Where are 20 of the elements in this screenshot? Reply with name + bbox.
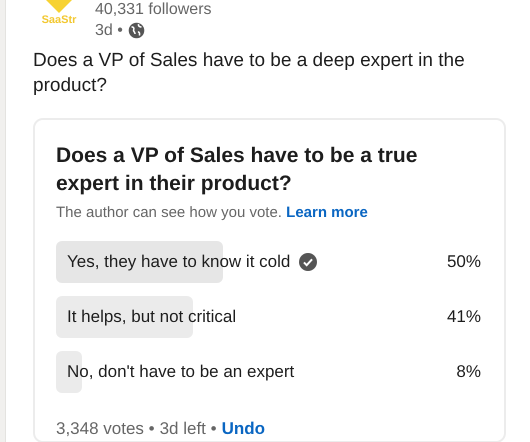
time-left: 3d left •: [160, 418, 217, 440]
poll-option[interactable]: No, don't have to be an expert 8%: [56, 350, 483, 392]
poll-notice: The author can see how you vote. Learn more: [56, 203, 369, 223]
undo-link[interactable]: Undo: [222, 416, 266, 441]
globe-icon: [128, 22, 145, 39]
option-percent: 8%: [456, 360, 482, 383]
poll-option[interactable]: Yes, they have to know it cold 50%: [56, 240, 483, 282]
post-text: Does a VP of Sales have to be a deep expert in the product?: [33, 49, 466, 98]
option-percent: 50%: [446, 250, 482, 273]
option-percent: 41%: [446, 306, 482, 328]
company-logo: SaaStr: [39, 0, 79, 41]
poll-question: Does a VP of Sales have to be a true expert in their product?: [56, 143, 418, 197]
option-label: Yes, they have to know it cold: [66, 250, 290, 273]
option-label: It helps, but not critical: [66, 306, 236, 328]
follower-count: 40,331 followers: [95, 0, 212, 20]
learn-more-link[interactable]: Learn more: [286, 204, 368, 221]
vote-count: 3,348 votes •: [56, 418, 155, 440]
option-label: No, don't have to be an expert: [66, 360, 294, 383]
poll-option[interactable]: It helps, but not critical 41%: [56, 296, 483, 338]
post-age: 3d •: [95, 21, 123, 41]
